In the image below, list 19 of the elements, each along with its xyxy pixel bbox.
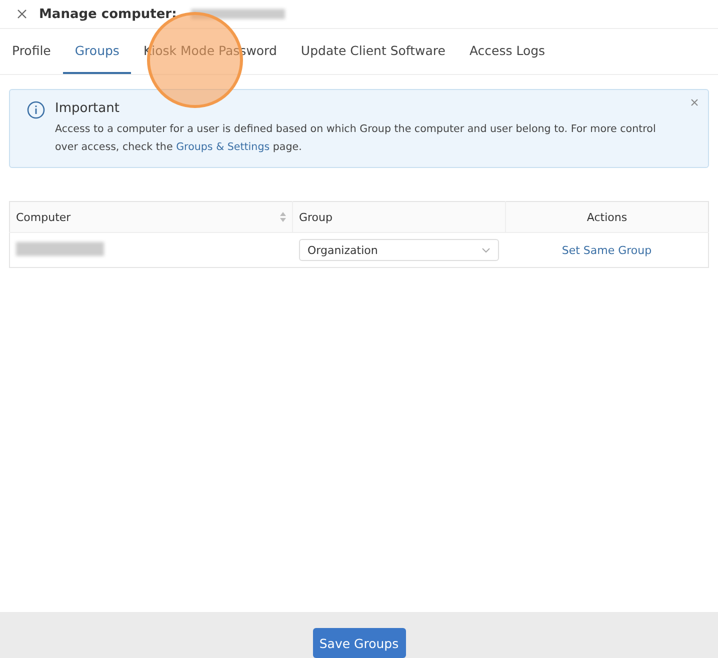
alert-message: Access to a computer for a user is defined based on which Group the computer and user belong to. For more control over access, check the Groups & Settings page. [55,122,657,155]
window-title: Manage computer: [39,6,177,22]
column-header: Group [299,210,332,224]
settings-link[interactable]: Groups & Settings [176,141,270,153]
alert-title: Important [55,101,120,116]
tab[interactable]: Access Logs [457,29,558,74]
set-same-group-link[interactable]: Set Same Group [512,244,702,256]
close-icon[interactable] [691,99,698,106]
tab[interactable]: Profile [0,29,63,74]
info-icon [27,101,45,119]
save-button[interactable]: Save Groups [312,628,406,658]
tab[interactable]: Update Client Software [288,29,458,74]
column-header: Actions [586,210,628,224]
close-icon[interactable] [17,9,27,19]
column-header: Computer [16,210,71,224]
tab[interactable]: Groups [62,29,132,74]
sort-icon[interactable] [280,212,286,222]
group-dropdown[interactable]: Organization [298,239,498,261]
chevron-down-icon [482,248,490,252]
